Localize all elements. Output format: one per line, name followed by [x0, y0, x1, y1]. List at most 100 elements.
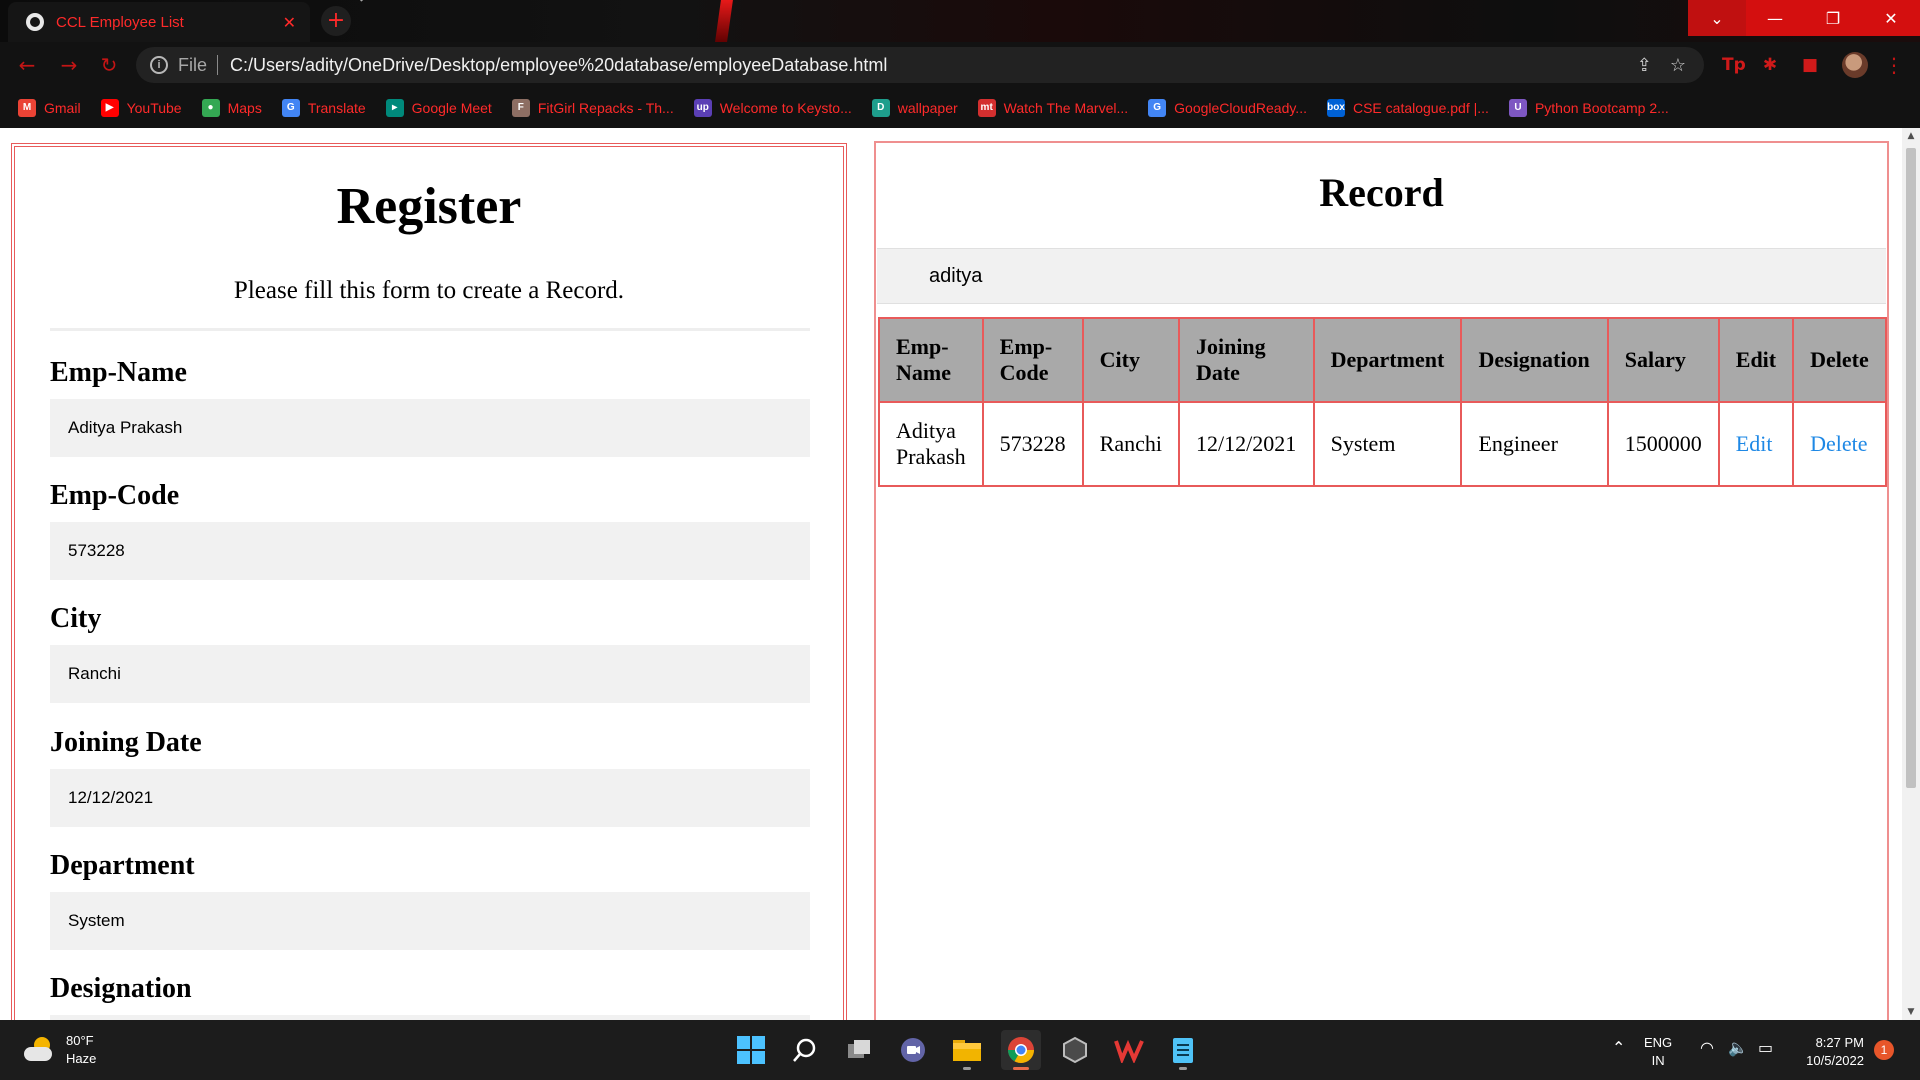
tab-close-icon[interactable]: ✕ [283, 13, 296, 32]
bookmark-label: Maps [227, 100, 262, 116]
bookmark-item[interactable]: ▶ YouTube [100, 99, 182, 117]
bookmark-item[interactable]: M Gmail [18, 99, 81, 117]
weather-temp: 80°F [66, 1033, 94, 1048]
weather-widget[interactable]: 80°F Haze [22, 1032, 96, 1068]
bookmark-favicon-icon: ▸ [385, 99, 404, 117]
bookmark-label: Translate [307, 100, 366, 116]
register-panel: Register Please fill this form to create… [11, 143, 847, 1020]
extension-tp-icon[interactable]: Tp [1722, 55, 1746, 75]
chrome-icon[interactable] [1001, 1030, 1041, 1070]
share-icon[interactable]: ⇪ [1637, 55, 1652, 76]
task-view-icon[interactable] [839, 1030, 879, 1070]
window-controls: ⌄ — ❐ ✕ [1688, 0, 1920, 36]
bookmark-favicon-icon: box [1326, 99, 1345, 117]
bookmark-item[interactable]: box CSE catalogue.pdf |... [1326, 99, 1489, 117]
delete-link[interactable]: Delete [1792, 401, 1887, 487]
search-icon[interactable] [785, 1030, 825, 1070]
app-icon[interactable] [1055, 1030, 1095, 1070]
scrollbar-thumb[interactable] [1906, 148, 1916, 788]
register-subtitle: Please fill this form to create a Record… [233, 277, 625, 304]
bookmark-label: CSE catalogue.pdf |... [1352, 100, 1489, 116]
bookmark-item[interactable]: G GoogleCloudReady... [1148, 99, 1307, 117]
bookmark-item[interactable]: Dwallpaper [871, 99, 958, 117]
new-tab-button[interactable]: + [321, 6, 351, 36]
scroll-down-arrow-icon[interactable]: ▼ [1902, 1004, 1920, 1020]
bookmark-label: wallpaper [897, 100, 958, 116]
browser-menu-icon[interactable]: ⋮ [1884, 52, 1904, 78]
column-header: Joining Date [1177, 317, 1315, 403]
weather-condition: Haze [66, 1051, 97, 1066]
record-title: Record [1319, 170, 1444, 215]
clock-date: 10/5/2022 [1806, 1053, 1864, 1068]
browser-tab[interactable]: CCL Employee List ✕ [8, 2, 310, 42]
column-header: Delete [1792, 317, 1887, 403]
emp-code-label: Emp-Code [50, 480, 180, 511]
department-input[interactable]: System [50, 892, 810, 950]
start-icon[interactable] [731, 1030, 771, 1070]
bookmark-item[interactable]: G Translate [281, 99, 366, 117]
joining-date-input[interactable]: 12/12/2021 [50, 769, 810, 827]
bookmark-label: Python Bootcamp 2... [1534, 100, 1669, 116]
page-viewport: Register Please fill this form to create… [0, 128, 1920, 1020]
language-region: IN [1651, 1053, 1665, 1068]
clock[interactable]: 8:27 PM 10/5/2022 [1792, 1034, 1864, 1070]
language-code: ENG [1644, 1035, 1673, 1050]
bookmark-favicon-icon: ● [201, 99, 220, 117]
column-header: Emp-Code [981, 317, 1084, 403]
record-table: Emp-Name Emp-Code City Joining Date Depa… [878, 317, 1887, 487]
clock-time: 8:27 PM [1815, 1035, 1864, 1050]
show-hidden-icons-chevron-icon[interactable]: ⌃ [1612, 1038, 1625, 1057]
extension-square-icon[interactable]: ■ [1800, 55, 1820, 75]
extension-puzzle-icon[interactable]: ✱ [1760, 55, 1780, 75]
bookmark-item[interactable]: up Welcome to Keysto... [693, 99, 852, 117]
running-indicator [963, 1067, 971, 1070]
bookmark-favicon-icon: up [693, 99, 712, 117]
emp-name-input[interactable]: Aditya Prakash [50, 399, 810, 457]
cell-salary: 1500000 [1606, 401, 1720, 487]
cell-city: Ranchi [1081, 401, 1180, 487]
title-bar: CCL Employee List ✕ + ⌄ — ❐ ✕ [0, 0, 1920, 42]
profile-avatar[interactable] [1842, 52, 1868, 78]
bookmark-item[interactable]: F FitGirl Repacks - Th... [511, 99, 674, 117]
tab-search-button[interactable]: ⌄ [1688, 0, 1746, 36]
bookmark-item[interactable]: U Python Bootcamp 2... [1508, 99, 1669, 117]
reload-button[interactable]: ↻ [96, 52, 122, 78]
bookmark-label: Welcome to Keysto... [719, 100, 852, 116]
page-scrollbar[interactable]: ▲ ▼ [1902, 128, 1920, 1020]
scroll-up-arrow-icon[interactable]: ▲ [1902, 128, 1920, 144]
file-explorer-icon[interactable] [947, 1030, 987, 1070]
site-info-icon[interactable]: i [150, 56, 168, 74]
bookmark-item[interactable]: mt Watch The Marvel... [977, 99, 1128, 117]
search-input[interactable]: aditya [877, 248, 1886, 304]
minimize-button[interactable]: — [1746, 0, 1804, 36]
forward-button[interactable]: → [56, 52, 82, 78]
bookmark-favicon-icon: G [281, 99, 300, 117]
edit-link[interactable]: Edit [1717, 401, 1795, 487]
taskbar: 80°F Haze ⌃ ENG IN ◠ 🔈 ▭ 8:27 PM 10/5/20… [0, 1020, 1920, 1080]
address-bar[interactable]: i File C:/Users/adity/OneDrive/Desktop/e… [136, 47, 1704, 83]
column-header: Designation [1460, 317, 1609, 403]
language-indicator[interactable]: ENG IN [1644, 1034, 1672, 1070]
department-label: Department [50, 850, 195, 881]
address-separator [217, 55, 219, 75]
address-url[interactable]: C:/Users/adity/OneDrive/Desktop/employee… [230, 55, 1637, 76]
notepad-icon[interactable] [1163, 1030, 1203, 1070]
wifi-icon[interactable]: ◠ [1700, 1038, 1714, 1057]
back-button[interactable]: ← [14, 52, 40, 78]
city-input[interactable]: Ranchi [50, 645, 810, 703]
battery-icon[interactable]: ▭ [1758, 1038, 1773, 1057]
volume-muted-icon[interactable]: 🔈 [1728, 1038, 1748, 1057]
notification-badge[interactable]: 1 [1874, 1040, 1894, 1060]
bookmark-favicon-icon: U [1508, 99, 1527, 117]
bookmark-star-icon[interactable]: ☆ [1670, 55, 1686, 76]
emp-code-input[interactable]: 573228 [50, 522, 810, 580]
cell-joining-date: 12/12/2021 [1177, 401, 1315, 487]
bookmark-item[interactable]: ▸ Google Meet [385, 99, 492, 117]
teams-icon[interactable] [893, 1030, 933, 1070]
wps-office-icon[interactable] [1109, 1030, 1149, 1070]
restore-button[interactable]: ❐ [1804, 0, 1862, 36]
table-row: Aditya Prakash 573228 Ranchi 12/12/2021 … [878, 401, 1887, 487]
cell-emp-code: 573228 [981, 401, 1084, 487]
close-window-button[interactable]: ✕ [1862, 0, 1920, 36]
bookmark-item[interactable]: ● Maps [201, 99, 262, 117]
